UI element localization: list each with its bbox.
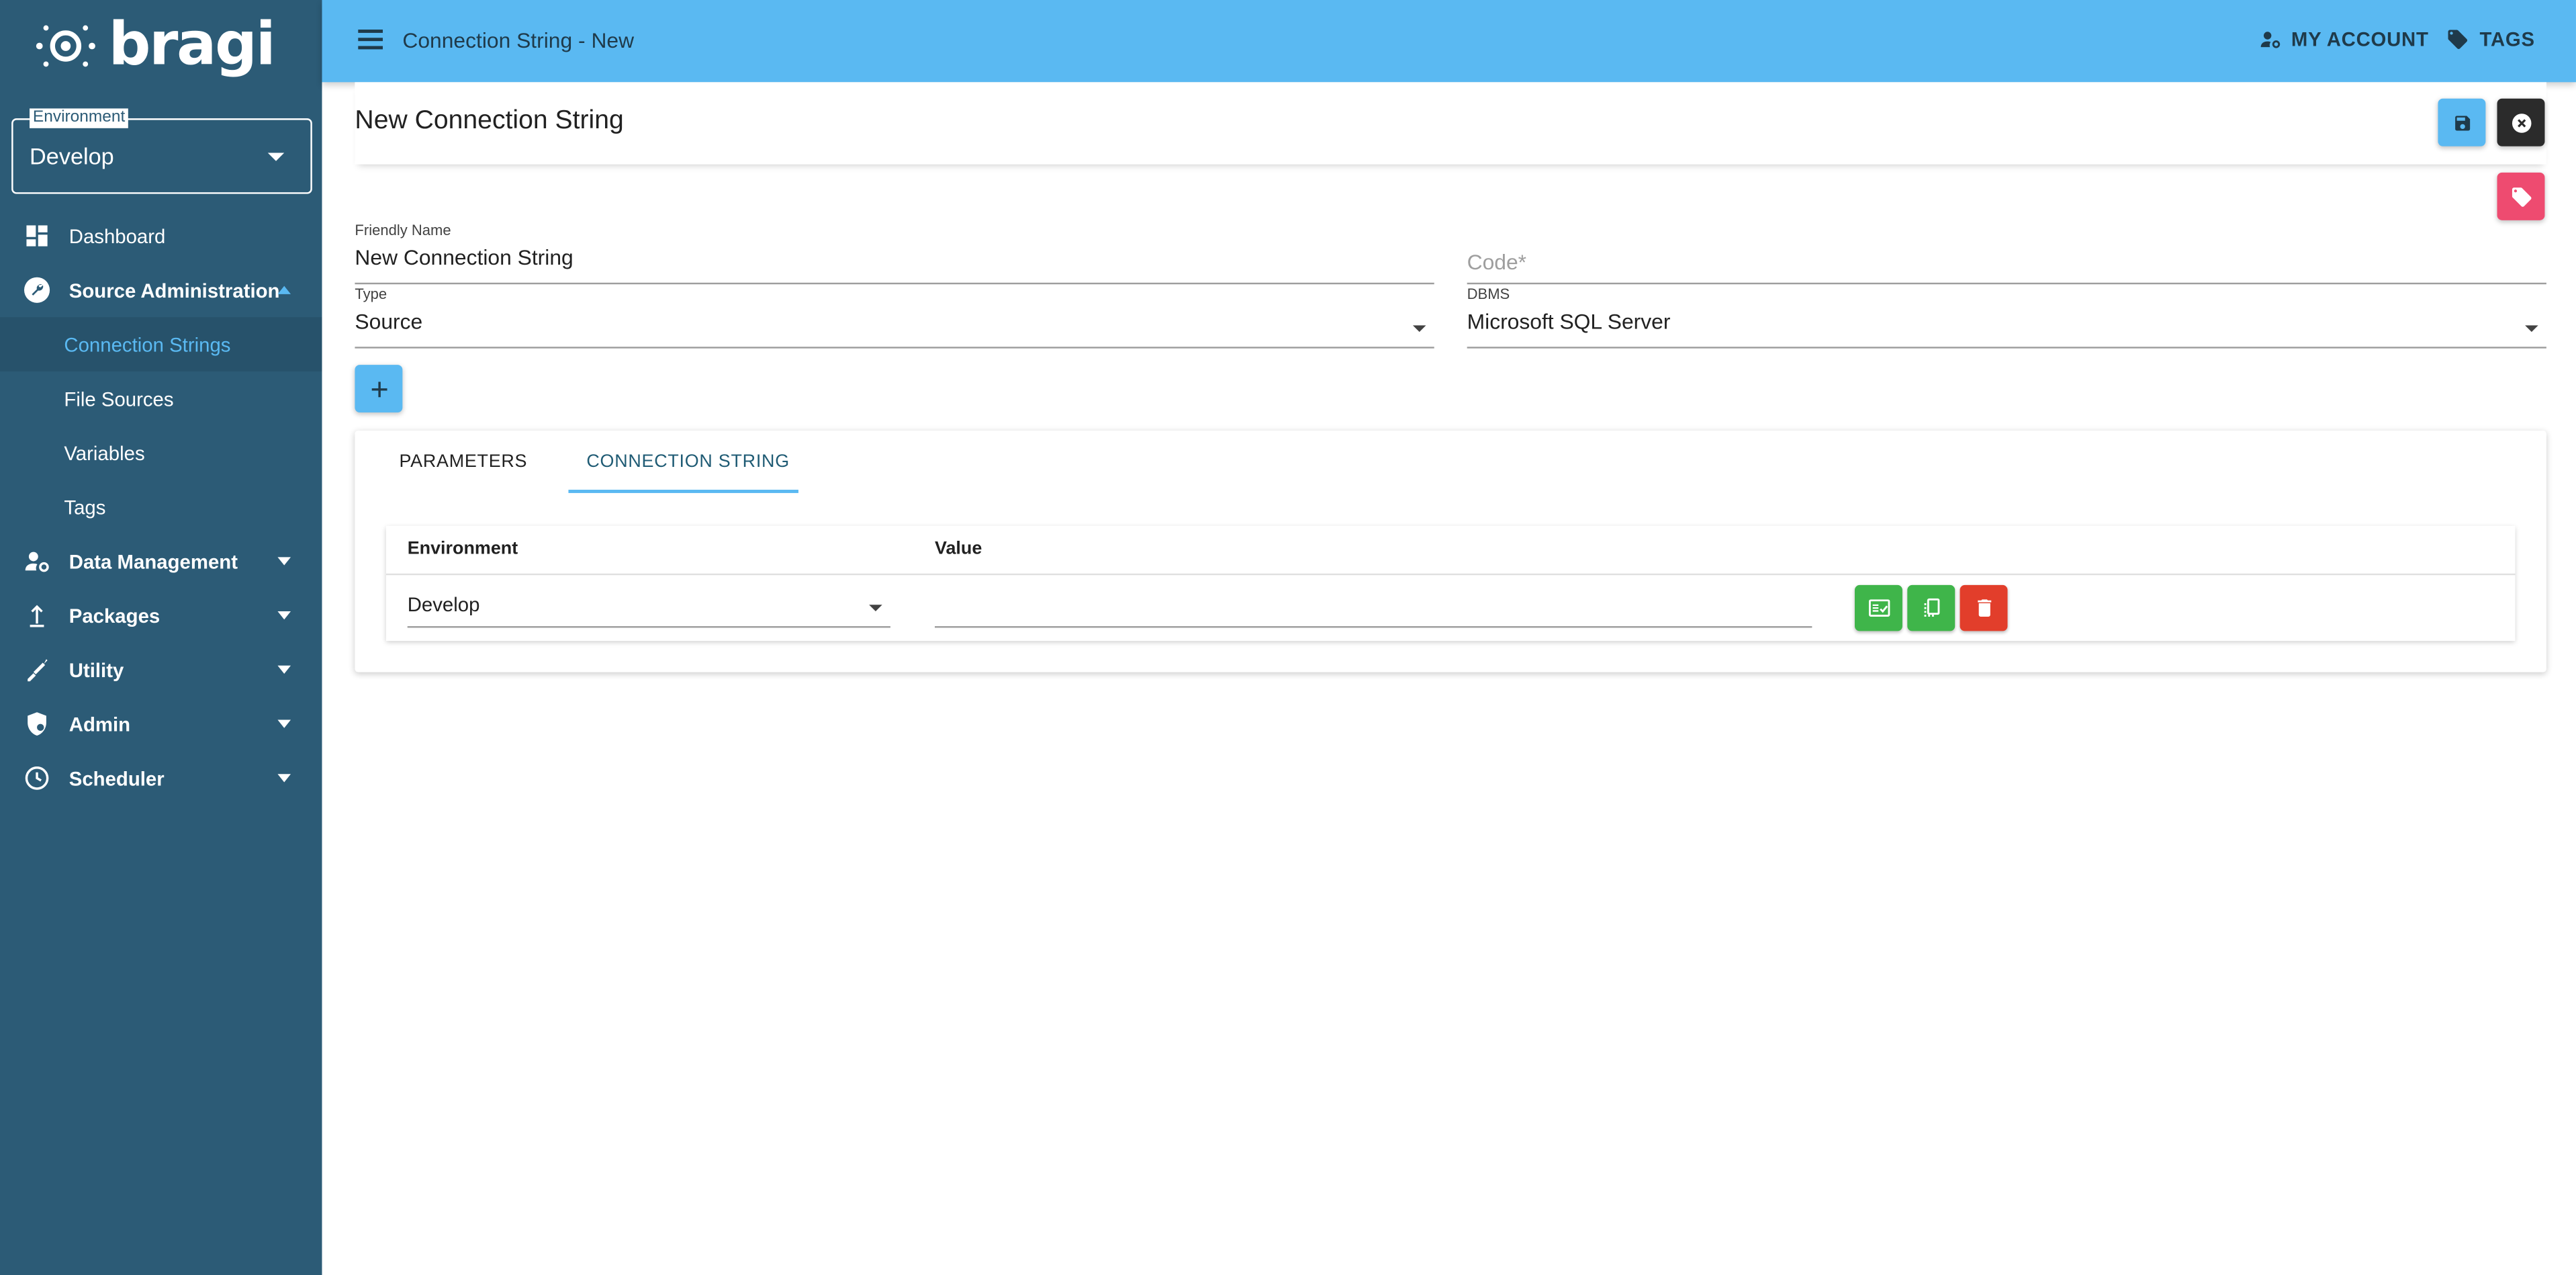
sidebar-item-label: Tags: [64, 495, 106, 519]
account-gear-icon: [2260, 32, 2280, 48]
sidebar-item-tags[interactable]: Tags: [0, 480, 322, 534]
main-content: New Connection String Friendly Name New …: [322, 82, 2575, 1275]
chevron-down-icon: [277, 665, 291, 674]
tools-icon: [28, 659, 48, 682]
delete-row-button[interactable]: [1960, 584, 2008, 631]
chevron-down-icon: [1412, 325, 1426, 333]
plus-icon: [371, 381, 387, 396]
dbms-value: Microsoft SQL Server: [1467, 308, 1671, 334]
app-logo[interactable]: bragi: [30, 10, 276, 83]
clock-icon: [25, 766, 49, 790]
dbms-select[interactable]: DBMS Microsoft SQL Server: [1467, 286, 2546, 349]
environment-select-label: Environment: [30, 108, 129, 128]
sidebar-item-label: File Sources: [64, 387, 174, 410]
chevron-down-icon: [869, 605, 882, 612]
environment-select-value: Develop: [30, 142, 114, 169]
row-environment-value: Develop: [407, 593, 480, 617]
chevron-down-icon: [267, 152, 285, 161]
hamburger-menu-icon[interactable]: [358, 30, 383, 50]
sidebar-item-label: Connection Strings: [64, 333, 231, 356]
add-parameter-button[interactable]: [355, 365, 403, 413]
tag-icon: [2448, 30, 2468, 49]
test-connection-button[interactable]: [1854, 584, 1902, 631]
dashboard-icon: [26, 225, 48, 247]
type-label: Type: [355, 285, 387, 303]
sidebar-item-source-administration[interactable]: Source Administration: [0, 263, 322, 317]
user-gear-icon: [25, 552, 49, 572]
save-icon: [2454, 115, 2469, 130]
page-title: New Connection String: [355, 107, 624, 135]
tag-icon: [2511, 187, 2531, 206]
column-header-value: Value: [935, 539, 982, 559]
friendly-name-field[interactable]: Friendly Name New Connection String: [355, 222, 1434, 285]
code-field[interactable]: Code*: [1467, 222, 2546, 285]
tab-parameters[interactable]: PARAMETERS: [399, 452, 527, 472]
row-environment-select[interactable]: Develop: [407, 588, 890, 628]
tabs-panel: PARAMETERS CONNECTION STRING Environment…: [355, 430, 2546, 672]
friendly-name-value: New Connection String: [355, 245, 573, 270]
save-button[interactable]: [2438, 98, 2486, 146]
my-account-label: MY ACCOUNT: [2291, 28, 2429, 51]
sidebar-item-connection-strings[interactable]: Connection Strings: [0, 317, 322, 371]
sidebar-item-variables[interactable]: Variables: [0, 426, 322, 480]
sidebar-item-label: Source Administration: [68, 278, 280, 302]
chevron-down-icon: [2525, 325, 2538, 333]
dbms-label: DBMS: [1467, 285, 1510, 303]
chevron-up-icon: [277, 285, 291, 294]
trash-icon: [1977, 599, 1991, 617]
page-breadcrumb-title: Connection String - New: [402, 28, 635, 53]
sidebar-item-scheduler[interactable]: Scheduler: [0, 751, 322, 805]
sidebar-item-packages[interactable]: Packages: [0, 588, 322, 643]
sidebar-item-label: Scheduler: [68, 766, 165, 790]
sidebar: bragi Environment Develop Dashboard Sour…: [0, 0, 322, 1275]
connection-string-table: Environment Value Develop: [385, 525, 2516, 642]
shield-icon: [28, 712, 46, 736]
column-header-environment: Environment: [407, 539, 518, 559]
copy-button[interactable]: [1907, 584, 1956, 631]
sidebar-item-dashboard[interactable]: Dashboard: [0, 209, 322, 263]
close-circle-icon: [2511, 112, 2531, 132]
sidebar-nav: Dashboard Source Administration Connecti…: [0, 209, 322, 805]
environment-select[interactable]: Environment Develop: [11, 108, 312, 194]
friendly-name-label: Friendly Name: [355, 222, 451, 238]
sidebar-item-label: Dashboard: [68, 224, 166, 248]
close-button[interactable]: [2497, 98, 2545, 146]
chevron-down-icon: [277, 557, 291, 566]
top-app-bar: Connection String - New MY ACCOUNT TAGS: [322, 0, 2576, 83]
row-value-input[interactable]: [935, 588, 1812, 628]
tags-label: TAGS: [2479, 28, 2535, 51]
add-tag-button[interactable]: [2497, 172, 2545, 220]
sidebar-item-label: Data Management: [68, 549, 238, 573]
sidebar-item-utility[interactable]: Utility: [0, 643, 322, 697]
sidebar-item-file-sources[interactable]: File Sources: [0, 371, 322, 426]
wrench-icon: [24, 277, 50, 303]
code-placeholder: Code*: [1467, 249, 1527, 275]
sidebar-item-label: Variables: [64, 441, 145, 465]
tags-button[interactable]: TAGS: [2447, 28, 2535, 51]
active-tab-indicator: [568, 490, 798, 493]
sidebar-item-admin[interactable]: Admin: [0, 697, 322, 751]
chevron-down-icon: [277, 774, 291, 783]
checklist-card-icon: [1868, 599, 1890, 617]
logo-icon: [36, 25, 95, 67]
chevron-down-icon: [277, 611, 291, 620]
sidebar-item-label: Utility: [68, 658, 124, 682]
page-header: New Connection String: [355, 82, 2546, 165]
upload-arrow-icon: [30, 605, 44, 627]
type-select[interactable]: Type Source: [355, 286, 1434, 349]
sidebar-item-data-management[interactable]: Data Management: [0, 534, 322, 588]
type-value: Source: [355, 308, 423, 334]
my-account-button[interactable]: MY ACCOUNT: [2258, 28, 2429, 51]
sidebar-item-label: Admin: [68, 712, 131, 736]
sidebar-item-label: Packages: [68, 604, 160, 627]
logo-text: bragi: [108, 11, 275, 79]
chevron-down-icon: [277, 719, 291, 728]
copy-icon: [1923, 598, 1939, 617]
tab-connection-string[interactable]: CONNECTION STRING: [586, 452, 790, 472]
